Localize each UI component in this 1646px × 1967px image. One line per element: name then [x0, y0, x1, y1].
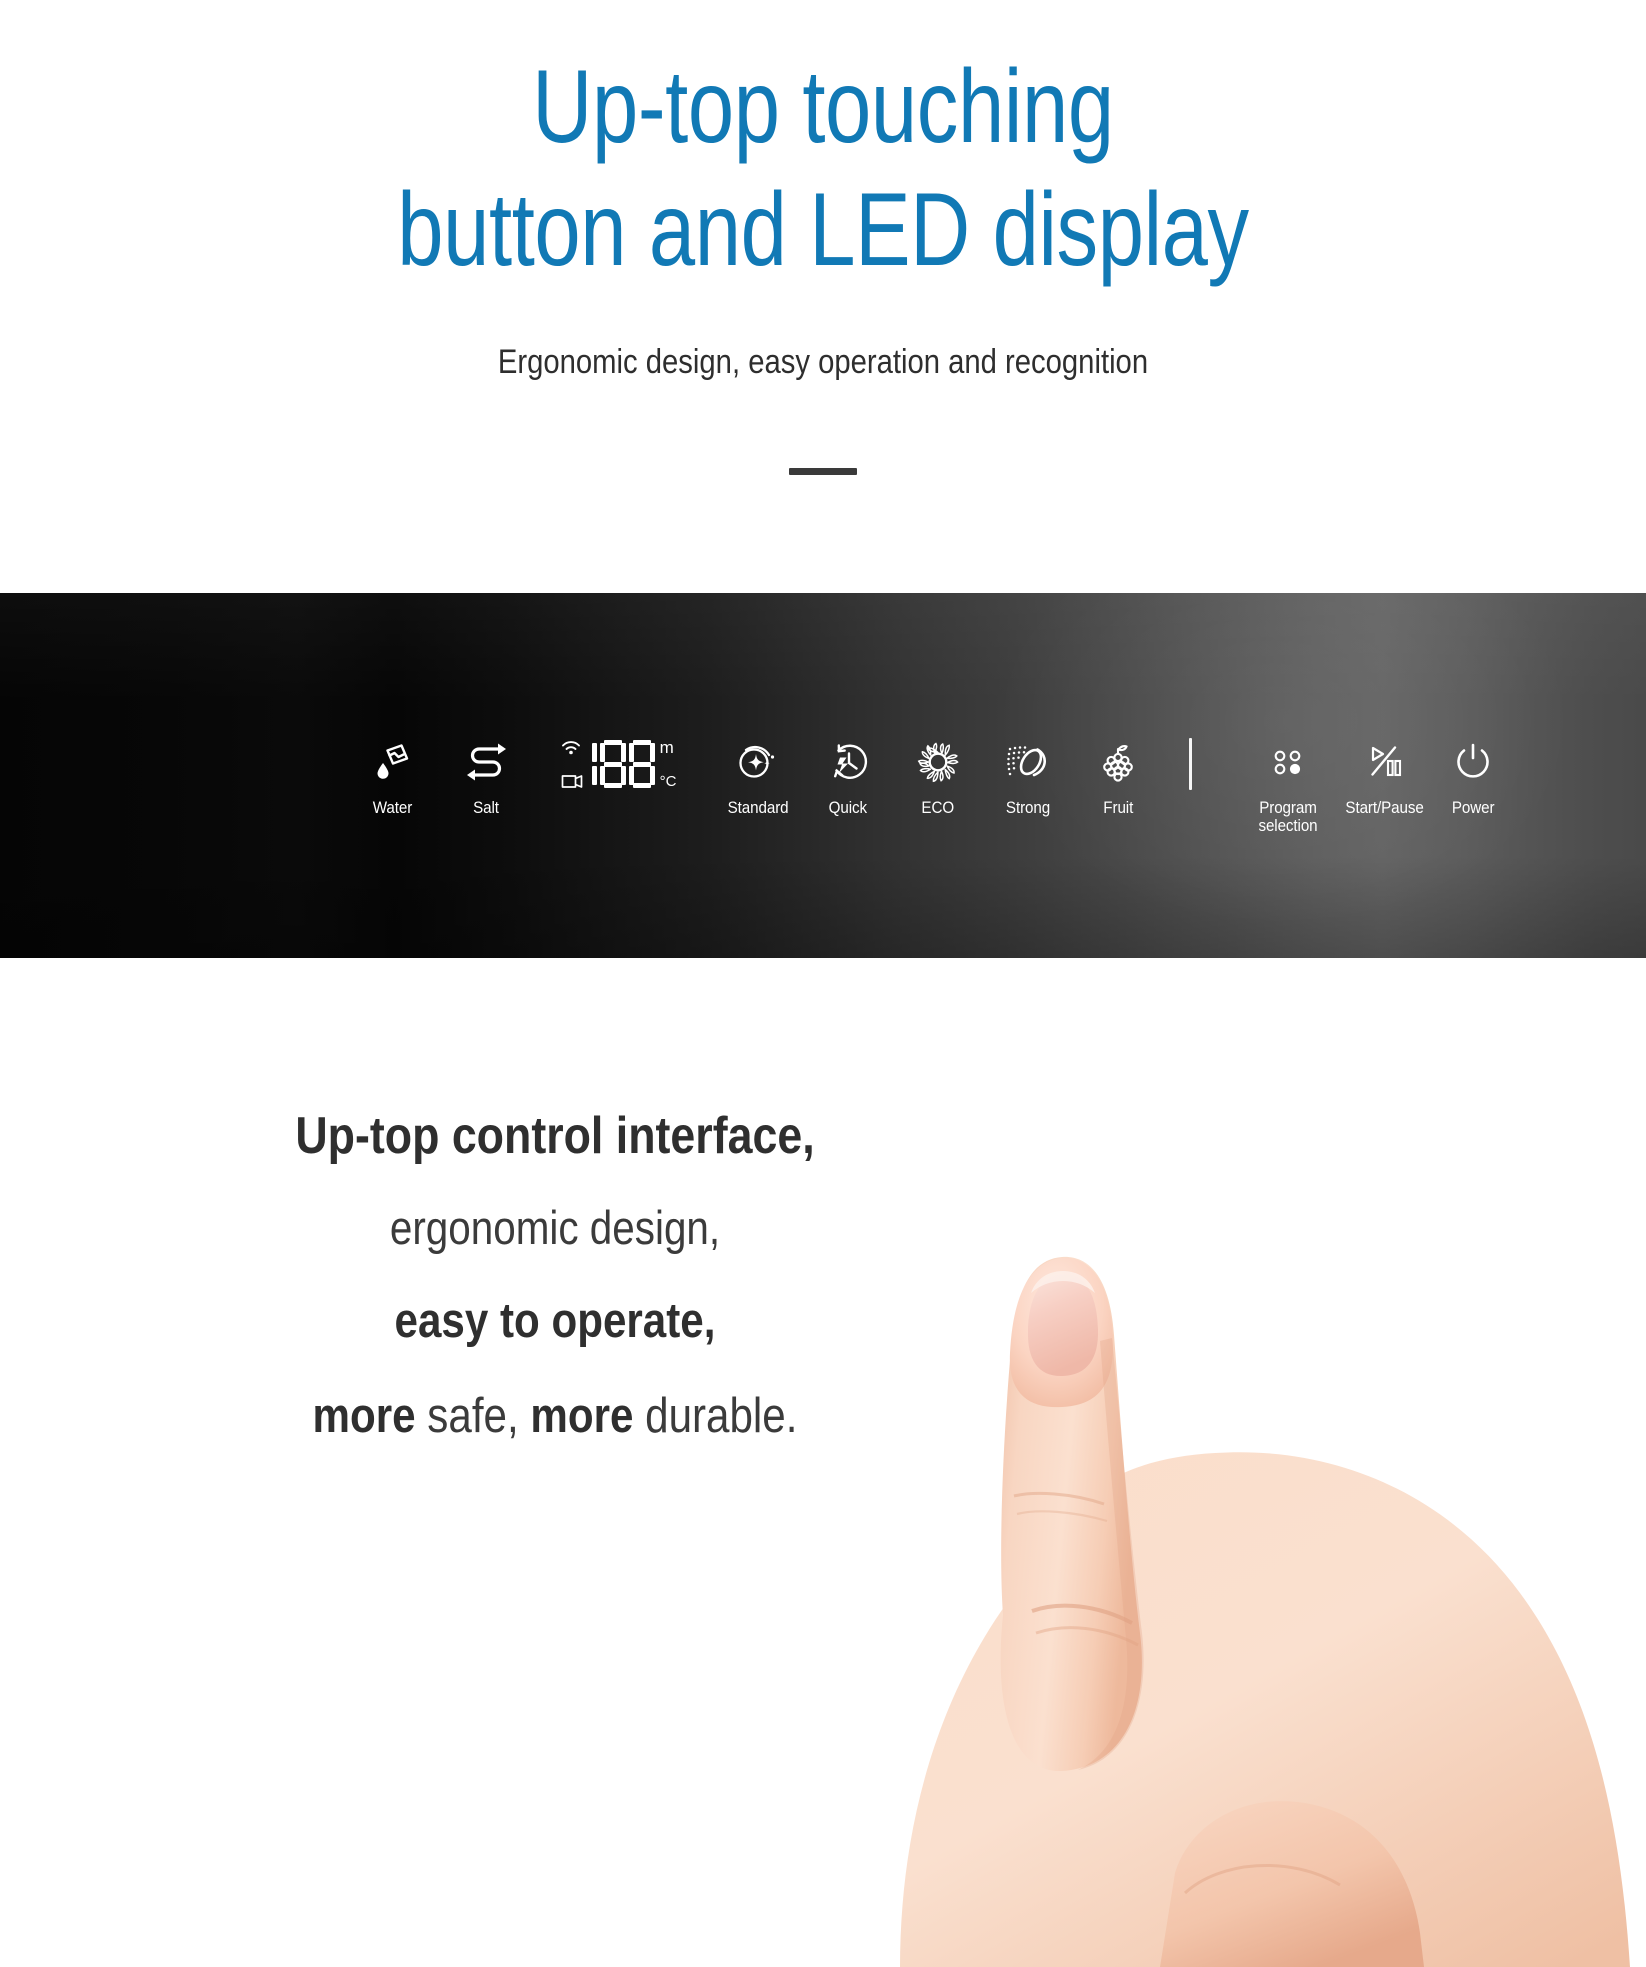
bottom-copy-line-4-safe: safe, [415, 1389, 531, 1443]
fingertip [1009, 1257, 1114, 1408]
led-digit-2 [599, 740, 626, 788]
play-pause-icon [1362, 736, 1408, 788]
power-icon [1452, 736, 1494, 788]
led-unit-celsius: °C [659, 773, 677, 790]
control-label-quick: Quick [828, 799, 868, 817]
sparkle-circle-icon [736, 736, 780, 788]
bottom-copy-line-1: Up-top control interface, [295, 1107, 815, 1165]
section-divider [789, 468, 857, 475]
led-units: m °C [660, 739, 677, 789]
control-button-standard[interactable]: Standard [721, 736, 795, 817]
salt-loop-arrow-icon [462, 736, 510, 788]
control-label-fruit: Fruit [1103, 799, 1133, 817]
control-button-water[interactable]: Water [355, 736, 429, 817]
control-label-salt: Salt [473, 799, 499, 817]
led-display: m °C [543, 736, 693, 792]
thumb-crease [1183, 1863, 1341, 1895]
four-dots-icon [1268, 736, 1308, 788]
control-label-eco: ECO [921, 799, 955, 817]
led-digits [588, 740, 655, 788]
bottom-copy-line-4-durable: durable. [633, 1389, 798, 1443]
bottom-copy-line-3: easy to operate, [394, 1294, 716, 1348]
control-label-power: Power [1451, 799, 1495, 817]
bottom-copy-block: Up-top control interface, ergonomic desi… [150, 1110, 960, 1441]
led-status-indicators [560, 738, 584, 790]
bottom-copy-line-4-more-1: more [312, 1389, 416, 1443]
control-button-program-selection[interactable]: Program selection [1240, 736, 1336, 836]
wifi-icon [561, 741, 580, 755]
led-unit-minutes: m [659, 738, 674, 757]
fingernail [1027, 1273, 1099, 1377]
control-separator [1189, 738, 1192, 790]
led-digit-1 [588, 740, 597, 788]
bottom-copy-line-4-more-2: more [530, 1389, 634, 1443]
headline-line-2: button and LED display [397, 171, 1249, 288]
finger-shading [1078, 1338, 1144, 1770]
control-button-start-pause[interactable]: Start/Pause [1345, 736, 1425, 817]
page-title: Up-top touching button and LED display [165, 46, 1482, 291]
control-label-standard: Standard [727, 799, 789, 817]
grapes-icon [1096, 736, 1140, 788]
clock-bolt-icon [826, 736, 870, 788]
strong-spray-icon [1004, 736, 1052, 788]
control-label-water: Water [372, 799, 412, 817]
control-panel: Water Salt m °C Standard Quick ECO Stron… [0, 593, 1646, 958]
control-button-quick[interactable]: Quick [811, 736, 885, 817]
eco-sunburst-icon [916, 736, 960, 788]
headline-line-1: Up-top touching [532, 49, 1114, 165]
hand-palm [900, 1452, 1646, 1967]
finger-crease-upper [1013, 1491, 1105, 1506]
control-button-salt[interactable]: Salt [449, 736, 523, 817]
hero-section: Up-top touching button and LED display E… [0, 0, 1646, 593]
led-digit-3 [628, 740, 655, 788]
control-panel-buttons: Water Salt m °C Standard Quick ECO Stron… [355, 736, 1510, 836]
control-label-program-selection: Program selection [1258, 799, 1318, 836]
control-button-strong[interactable]: Strong [991, 736, 1065, 817]
folded-thumb [1160, 1801, 1424, 1967]
rinse-aid-icon [561, 775, 582, 788]
bottom-copy-line-4: more safe, more durable. [207, 1392, 904, 1441]
water-drop-tap-icon [371, 736, 413, 788]
page-subtitle: Ergonomic design, easy operation and rec… [497, 343, 1149, 381]
nail-highlight [1031, 1271, 1095, 1293]
control-button-power[interactable]: Power [1436, 736, 1510, 817]
control-button-fruit[interactable]: Fruit [1081, 736, 1155, 817]
control-label-start-pause: Start/Pause [1345, 799, 1425, 817]
bottom-copy-line-2: ergonomic design, [389, 1201, 721, 1254]
finger-crease-upper-2 [1016, 1510, 1108, 1523]
control-button-eco[interactable]: ECO [901, 736, 975, 817]
control-label-strong: Strong [1005, 799, 1051, 817]
finger-crease-mid-2 [1035, 1626, 1139, 1647]
index-finger [1000, 1256, 1142, 1772]
finger-crease-mid [1031, 1603, 1133, 1625]
